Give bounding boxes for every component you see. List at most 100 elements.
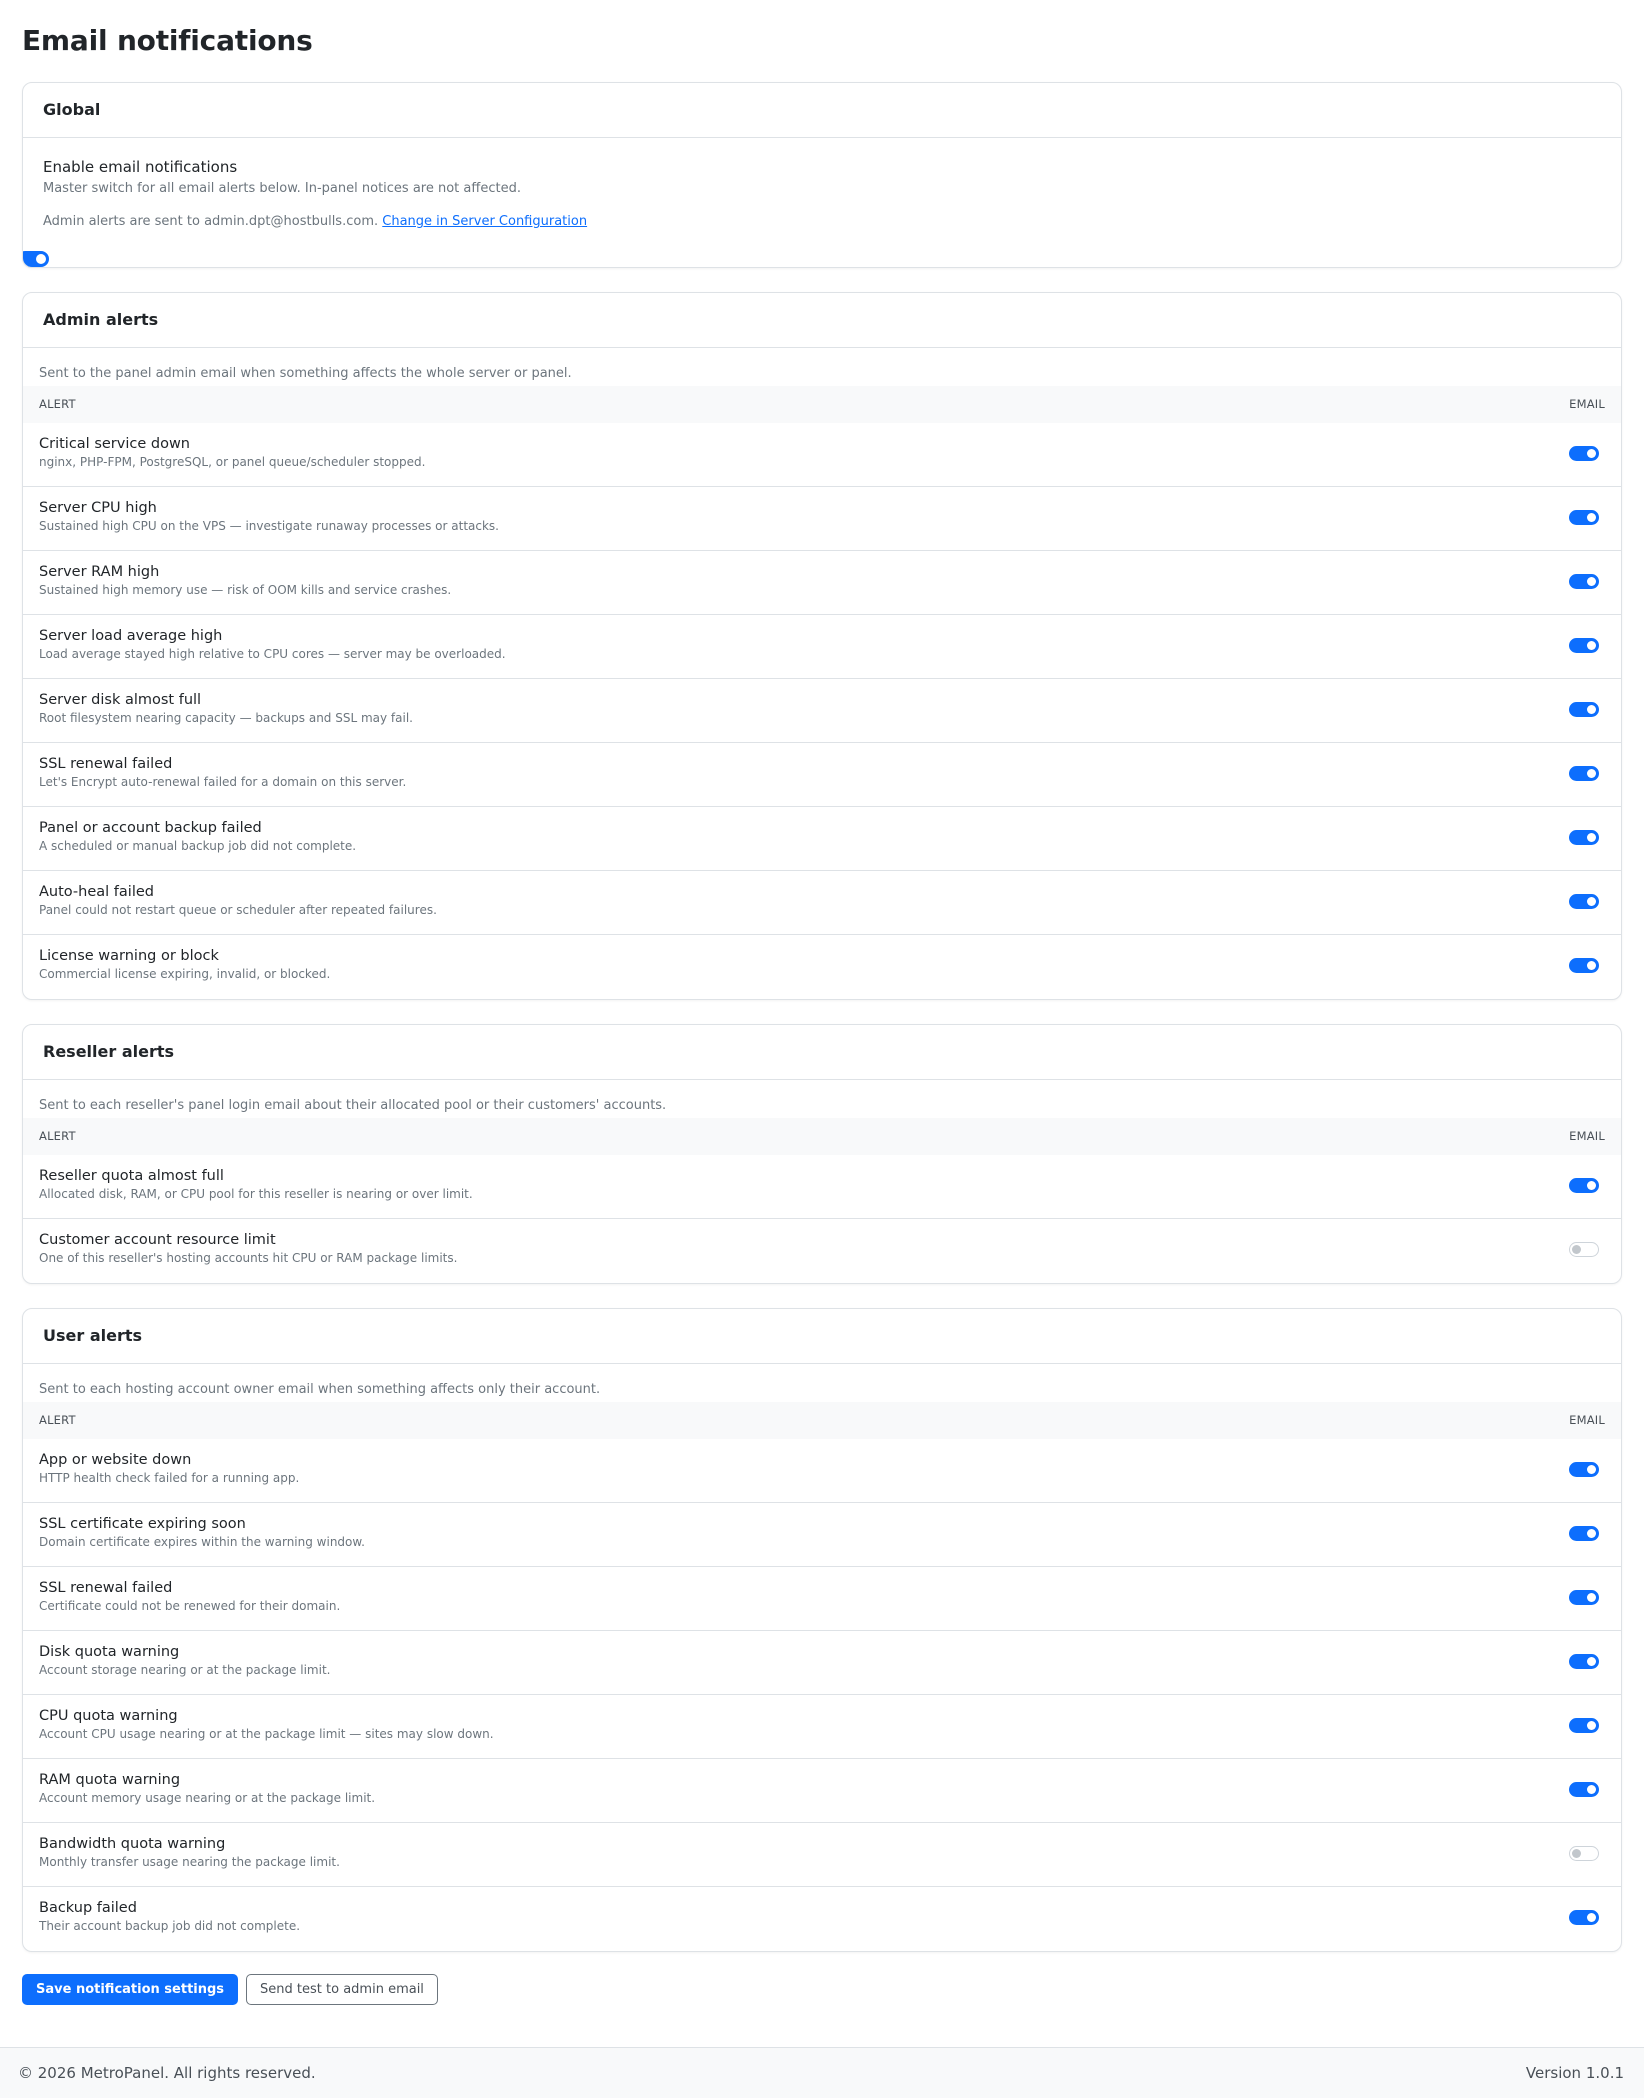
admin-email-note-text: Admin alerts are sent to admin.dpt@hostb… [43,214,379,229]
alert-description: Account storage nearing or at the packag… [39,1663,331,1677]
toggle-knob [1587,449,1596,458]
email-alert-toggle[interactable] [1569,574,1599,589]
alert-description: Root filesystem nearing capacity — backu… [39,711,413,725]
toggle-knob [1587,1657,1596,1666]
admin-email-note: Admin alerts are sent to admin.dpt@hostb… [43,214,1601,229]
alert-row: License warning or block Commercial licen… [23,935,1621,999]
email-alert-toggle[interactable] [1569,1718,1599,1733]
alert-row: Disk quota warning Account storage nearin… [23,1631,1621,1695]
alert-description: Monthly transfer usage nearing the packa… [39,1855,340,1869]
alert-title: Bandwidth quota warning [39,1836,226,1852]
alert-row: Reseller quota almost full Allocated disk… [23,1155,1621,1219]
reseller-alerts-list: Reseller quota almost full Allocated disk… [23,1155,1621,1283]
toggle-knob [1587,897,1596,906]
alert-title: CPU quota warning [39,1708,178,1724]
alert-description: A scheduled or manual backup job did not… [39,839,357,853]
email-alert-toggle[interactable] [1569,1846,1599,1861]
save-notification-settings-button[interactable]: Save notification settings [22,1974,239,2005]
alert-title: Disk quota warning [39,1644,180,1660]
user-alerts-card: User alerts Sent to each hosting account… [22,1308,1622,1952]
toggle-knob [1587,513,1596,522]
user-alerts-header: User alerts [23,1309,1621,1364]
email-alert-toggle[interactable] [1569,1654,1599,1669]
alert-row: Server CPU high Sustained high CPU on the… [23,487,1621,551]
email-alert-toggle[interactable] [1569,830,1599,845]
global-card: Global Enable email notifications Master… [22,82,1622,268]
enable-email-desc: Master switch for all email alerts below… [43,181,521,196]
toggle-knob [1587,577,1596,586]
alert-description: Sustained high memory use — risk of OOM … [39,583,452,597]
main-content: Email notifications Global Enable email … [0,0,1644,2005]
email-alert-toggle[interactable] [1569,446,1599,461]
alert-row: SSL renewal failed Let's Encrypt auto-ren… [23,743,1621,807]
alert-description: Their account backup job did not complet… [39,1919,301,1933]
alert-row: Auto-heal failed Panel could not restart … [23,871,1621,935]
email-alert-toggle[interactable] [1569,1526,1599,1541]
alert-title: RAM quota warning [39,1772,181,1788]
toggle-knob [1587,1721,1596,1730]
column-header-alert: ALERT [39,1413,76,1427]
toggle-knob [36,254,46,264]
global-card-header: Global [23,83,1621,138]
admin-alerts-table-head: ALERT EMAIL [23,386,1621,423]
alert-description: Account CPU usage nearing or at the pack… [39,1727,494,1741]
email-alert-toggle[interactable] [1569,766,1599,781]
change-server-config-link[interactable]: Change in Server Configuration [382,214,587,229]
alert-title: Reseller quota almost full [39,1168,224,1184]
email-alert-toggle[interactable] [1569,702,1599,717]
admin-alerts-header: Admin alerts [23,293,1621,348]
toggle-knob [1587,1913,1596,1922]
email-alert-toggle[interactable] [1569,1910,1599,1925]
alert-title: Server load average high [39,628,223,644]
alert-row: Server load average high Load average sta… [23,615,1621,679]
alert-description: nginx, PHP-FPM, PostgreSQL, or panel que… [39,455,426,469]
toggle-knob [1587,769,1596,778]
email-alert-toggle[interactable] [1569,894,1599,909]
alert-title: Server disk almost full [39,692,202,708]
toggle-knob [1572,1849,1581,1858]
email-alert-toggle[interactable] [1569,958,1599,973]
email-alert-toggle[interactable] [1569,1590,1599,1605]
reseller-alerts-header: Reseller alerts [23,1025,1621,1080]
enable-email-toggle[interactable] [23,251,49,267]
alert-description: Allocated disk, RAM, or CPU pool for thi… [39,1187,473,1201]
alert-description: HTTP health check failed for a running a… [39,1471,300,1485]
send-test-email-button[interactable]: Send test to admin email [246,1974,438,2005]
user-alerts-table-head: ALERT EMAIL [23,1402,1621,1439]
alert-row: Backup failed Their account backup job di… [23,1887,1621,1951]
alert-title: Server RAM high [39,564,160,580]
alert-row: SSL certificate expiring soon Domain cert… [23,1503,1621,1567]
email-alert-toggle[interactable] [1569,510,1599,525]
toggle-knob [1587,833,1596,842]
column-header-alert: ALERT [39,397,76,411]
email-alert-toggle[interactable] [1569,638,1599,653]
alert-title: Server CPU high [39,500,157,516]
global-card-body: Enable email notifications Master switch… [23,138,1621,267]
alert-title: License warning or block [39,948,219,964]
toggle-knob [1587,961,1596,970]
alert-description: Panel could not restart queue or schedul… [39,903,437,917]
enable-email-title: Enable email notifications [43,158,238,176]
form-actions: Save notification settings Send test to … [22,1974,1622,2005]
alert-title: SSL renewal failed [39,756,173,772]
email-alert-toggle[interactable] [1569,1242,1599,1257]
alert-row: App or website down HTTP health check fai… [23,1439,1621,1503]
alert-row: Server RAM high Sustained high memory use… [23,551,1621,615]
toggle-knob [1587,1529,1596,1538]
reseller-alerts-table-head: ALERT EMAIL [23,1118,1621,1155]
email-alert-toggle[interactable] [1569,1462,1599,1477]
alert-description: One of this reseller's hosting accounts … [39,1251,458,1265]
alert-row: Critical service down nginx, PHP-FPM, Pos… [23,423,1621,487]
email-alert-toggle[interactable] [1569,1782,1599,1797]
alert-row: RAM quota warning Account memory usage ne… [23,1759,1621,1823]
toggle-knob [1587,641,1596,650]
alert-title: Backup failed [39,1900,137,1916]
column-header-email: EMAIL [1569,1413,1605,1427]
alert-description: Let's Encrypt auto-renewal failed for a … [39,775,407,789]
alert-title: Panel or account backup failed [39,820,262,836]
toggle-knob [1587,705,1596,714]
admin-alerts-card: Admin alerts Sent to the panel admin ema… [22,292,1622,1000]
admin-alerts-desc: Sent to the panel admin email when somet… [39,366,572,381]
email-alert-toggle[interactable] [1569,1178,1599,1193]
page-title: Email notifications [22,24,313,57]
